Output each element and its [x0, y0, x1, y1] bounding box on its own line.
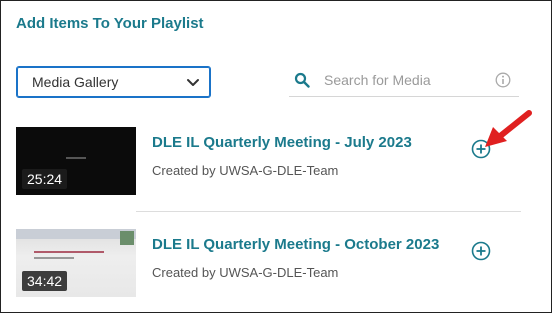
media-title[interactable]: DLE IL Quarterly Meeting - October 2023: [152, 236, 439, 253]
duration-badge: 25:24: [22, 169, 68, 189]
media-search[interactable]: Search for Media: [289, 63, 519, 97]
playlist-panel: Add Items To Your Playlist Media Gallery…: [0, 0, 552, 313]
video-thumbnail[interactable]: 34:42: [16, 229, 136, 297]
panel-title: Add Items To Your Playlist: [16, 15, 204, 32]
thumbnail-slide-line: [34, 257, 74, 259]
media-creator: Created by UWSA-G-DLE-Team: [152, 163, 339, 178]
list-divider: [136, 211, 521, 212]
thumbnail-slide-header: [16, 229, 136, 239]
thumbnail-slide-line: [34, 251, 104, 253]
media-item: 34:42 DLE IL Quarterly Meeting - October…: [16, 229, 521, 299]
duration-badge: 34:42: [22, 271, 68, 291]
media-source-select[interactable]: Media Gallery: [16, 66, 211, 98]
info-icon[interactable]: [495, 72, 511, 88]
media-item: 25:24 DLE IL Quarterly Meeting - July 20…: [16, 127, 521, 197]
add-circle-icon[interactable]: [471, 241, 491, 261]
thumbnail-slide-accent: [120, 231, 134, 245]
media-source-value: Media Gallery: [32, 74, 119, 90]
search-input[interactable]: Search for Media: [324, 72, 495, 88]
media-title[interactable]: DLE IL Quarterly Meeting - July 2023: [152, 134, 412, 151]
video-thumbnail[interactable]: 25:24: [16, 127, 136, 195]
thumbnail-caption-mark: [66, 157, 86, 159]
chevron-down-icon: [187, 79, 199, 86]
media-creator: Created by UWSA-G-DLE-Team: [152, 265, 339, 280]
annotation-arrow-icon: [485, 110, 532, 147]
search-icon: [294, 72, 310, 88]
